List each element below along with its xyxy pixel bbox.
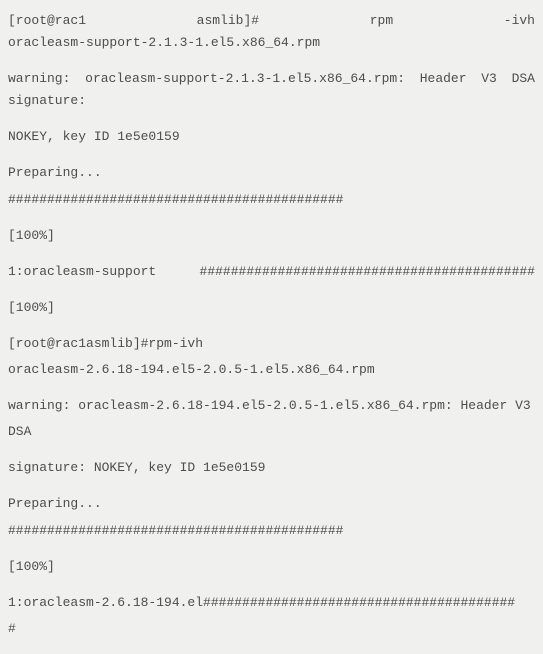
command-2-prompt: [root@rac1asmlib]#rpm-ivh: [8, 333, 535, 355]
prompt-user: [root@rac1: [8, 10, 86, 32]
nokey-1: NOKEY, key ID 1e5e0159: [8, 126, 535, 148]
preparing-1-hashes: ########################################…: [8, 189, 535, 211]
package-2-hashes: ########################################: [203, 595, 515, 610]
package-1-line: 1:oracleasm-support ####################…: [8, 261, 535, 283]
warn-alg: DSA: [512, 68, 535, 90]
command-1-line: [root@rac1 asmlib]# rpm -ivh: [8, 10, 535, 32]
package-1-hashes: ########################################…: [200, 261, 535, 283]
command-1-block: [root@rac1 asmlib]# rpm -ivh oracleasm-s…: [8, 10, 535, 54]
preparing-2-label: Preparing...: [8, 493, 535, 515]
command-2-block: [root@rac1asmlib]#rpm-ivh oracleasm-2.6.…: [8, 333, 535, 381]
warn-label: warning:: [8, 68, 70, 90]
package-2-tail: #: [8, 618, 535, 640]
warning-1-line: warning: oracleasm-support-2.1.3-1.el5.x…: [8, 68, 535, 90]
preparing-1-block: Preparing... ###########################…: [8, 162, 535, 210]
prompt-dir: asmlib]#: [197, 10, 259, 32]
command-2-file: oracleasm-2.6.18-194.el5-2.0.5-1.el5.x86…: [8, 359, 535, 381]
package-2-block: 1:oracleasm-2.6.18-194.el###############…: [8, 592, 535, 640]
terminal-output: [root@rac1 asmlib]# rpm -ivh oracleasm-s…: [0, 0, 543, 654]
warning-2-block: warning: oracleasm-2.6.18-194.el5-2.0.5-…: [8, 395, 535, 443]
percent-1: [100%]: [8, 225, 535, 247]
warning-2-line1: warning: oracleasm-2.6.18-194.el5-2.0.5-…: [8, 395, 535, 417]
cmd-flag: -ivh: [504, 10, 535, 32]
preparing-1-label: Preparing...: [8, 162, 535, 184]
warn-header: Header: [420, 68, 467, 90]
package-2-label: 1:oracleasm-2.6.18-194.el: [8, 595, 203, 610]
percent-3: [100%]: [8, 556, 535, 578]
cmd-name: rpm: [370, 10, 393, 32]
preparing-2-block: Preparing... ###########################…: [8, 493, 535, 541]
percent-2: [100%]: [8, 297, 535, 319]
command-1-file: oracleasm-support-2.1.3-1.el5.x86_64.rpm: [8, 32, 535, 54]
signature-2: signature: NOKEY, key ID 1e5e0159: [8, 457, 535, 479]
warning-1-block: warning: oracleasm-support-2.1.3-1.el5.x…: [8, 68, 535, 112]
warn-file: oracleasm-support-2.1.3-1.el5.x86_64.rpm…: [85, 68, 405, 90]
warning-1-sig: signature:: [8, 90, 535, 112]
preparing-2-hashes: ########################################…: [8, 520, 535, 542]
package-1-label: 1:oracleasm-support: [8, 261, 156, 283]
package-2-line: 1:oracleasm-2.6.18-194.el###############…: [8, 592, 535, 614]
warn-ver: V3: [481, 68, 497, 90]
warning-2-line2: DSA: [8, 421, 535, 443]
